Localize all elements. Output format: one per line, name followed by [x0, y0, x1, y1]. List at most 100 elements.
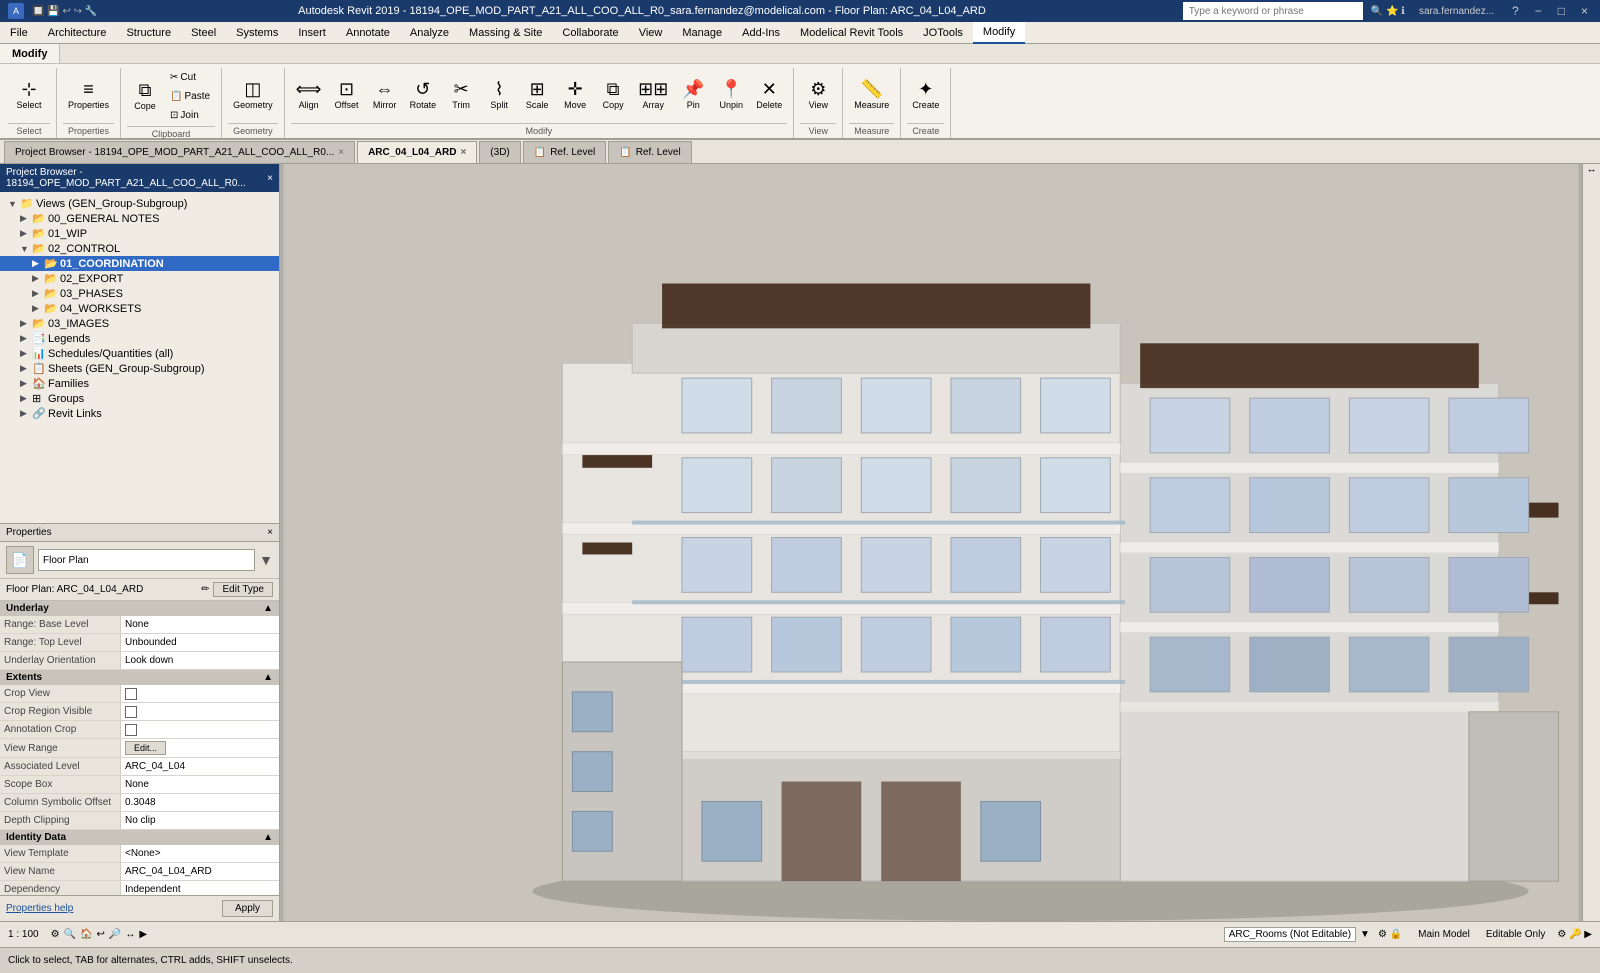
prop-value-view-name[interactable]: ARC_04_L04_ARD	[120, 863, 279, 880]
nav-icon-5[interactable]: 🔎	[109, 929, 121, 940]
menu-modelical[interactable]: Modelical Revit Tools	[790, 22, 913, 44]
tree-item-revit-links[interactable]: ▶ 🔗 Revit Links	[0, 406, 279, 421]
tree-item-general-notes[interactable]: ▶ 📂 00_GENERAL NOTES	[0, 211, 279, 226]
tree-item-images[interactable]: ▶ 📂 03_IMAGES	[0, 316, 279, 331]
tree-item-families[interactable]: ▶ 🏠 Families	[0, 376, 279, 391]
minimize-btn[interactable]: −	[1531, 4, 1546, 18]
workset-dropdown[interactable]: ▼	[1360, 929, 1370, 940]
prop-type-dropdown[interactable]: ▼	[259, 552, 273, 568]
crop-view-checkbox[interactable]	[125, 688, 137, 700]
underlay-collapse[interactable]: ▲	[263, 603, 273, 614]
tree-item-schedules[interactable]: ▶ 📊 Schedules/Quantities (all)	[0, 346, 279, 361]
tree-item-phases[interactable]: ▶ 📂 03_PHASES	[0, 286, 279, 301]
measure-btn[interactable]: 📏 Measure	[849, 69, 894, 121]
right-panel-icon-1[interactable]: ↕	[1586, 168, 1597, 173]
nav-icon-3[interactable]: 🏠	[80, 929, 92, 940]
nav-icon-2[interactable]: 🔍	[64, 929, 76, 940]
trim-btn[interactable]: ✂ Trim	[443, 69, 479, 121]
prop-value-depth-clipping[interactable]: No clip	[120, 812, 279, 829]
prop-value-scope-box[interactable]: None	[120, 776, 279, 793]
prop-value-view-template[interactable]: <None>	[120, 845, 279, 862]
nav-icon-7[interactable]: ▶	[139, 929, 147, 940]
properties-close-btn[interactable]: ×	[267, 527, 273, 538]
geometry-btn[interactable]: ◫ Geometry	[228, 69, 278, 121]
menu-annotate[interactable]: Annotate	[336, 22, 400, 44]
tree-item-coordination[interactable]: ▶ 📂 01_COORDINATION	[0, 256, 279, 271]
workset-selector[interactable]: ARC_Rooms (Not Editable)	[1224, 927, 1356, 942]
menu-view[interactable]: View	[629, 22, 673, 44]
nav-icon-1[interactable]: ⚙	[51, 929, 60, 940]
properties-btn[interactable]: ≡ Properties	[63, 69, 114, 121]
unpin-btn[interactable]: 📍 Unpin	[713, 69, 749, 121]
prop-value-view-range[interactable]: Edit...	[120, 739, 279, 757]
menu-analyze[interactable]: Analyze	[400, 22, 459, 44]
tree-item-control[interactable]: ▼ 📂 02_CONTROL	[0, 241, 279, 256]
cope-btn[interactable]: ⧉ Cope	[127, 70, 163, 122]
prop-value-crop-view[interactable]	[120, 685, 279, 702]
rotate-btn[interactable]: ↺ Rotate	[405, 69, 442, 121]
close-btn[interactable]: ×	[1577, 4, 1592, 18]
menu-massing[interactable]: Massing & Site	[459, 22, 552, 44]
tree-item-groups[interactable]: ▶ ⊞ Groups	[0, 391, 279, 406]
help-btn[interactable]: ?	[1508, 4, 1523, 18]
join-btn[interactable]: ⊡ Join	[165, 106, 215, 124]
menu-jotools[interactable]: JOTools	[913, 22, 973, 44]
tree-item-export[interactable]: ▶ 📂 02_EXPORT	[0, 271, 279, 286]
prop-value-crop-region-visible[interactable]	[120, 703, 279, 720]
tree-item-legends[interactable]: ▶ 📑 Legends	[0, 331, 279, 346]
create-btn[interactable]: ✦ Create	[907, 69, 944, 121]
tree-item-worksets[interactable]: ▶ 📂 04_WORKSETS	[0, 301, 279, 316]
crop-region-visible-checkbox[interactable]	[125, 706, 137, 718]
menu-systems[interactable]: Systems	[226, 22, 288, 44]
select-btn[interactable]: ⊹ Select	[8, 69, 50, 121]
keyword-search[interactable]	[1183, 2, 1363, 20]
menu-structure[interactable]: Structure	[116, 22, 181, 44]
menu-file[interactable]: File	[0, 22, 38, 44]
tab-project-browser[interactable]: Project Browser - 18194_OPE_MOD_PART_A21…	[4, 141, 355, 163]
ribbon-tab-modify[interactable]: Modify	[0, 44, 60, 63]
prop-value-underlay-orientation[interactable]: Look down	[120, 652, 279, 669]
tree-item-sheets[interactable]: ▶ 📋 Sheets (GEN_Group-Subgroup)	[0, 361, 279, 376]
nav-icon-4[interactable]: ↩	[96, 929, 104, 940]
identity-collapse[interactable]: ▲	[263, 832, 273, 843]
scale-btn[interactable]: ⊞ Scale	[519, 69, 555, 121]
nav-icon-6[interactable]: ↔	[125, 929, 135, 940]
tab-arc04-close[interactable]: ×	[460, 147, 466, 158]
menu-architecture[interactable]: Architecture	[38, 22, 117, 44]
prop-value-annotation-crop[interactable]	[120, 721, 279, 738]
view-btn[interactable]: ⚙ View	[800, 69, 836, 121]
edit-view-range-btn[interactable]: Edit...	[125, 741, 166, 755]
menu-collaborate[interactable]: Collaborate	[552, 22, 628, 44]
prop-value-column-symbolic[interactable]: 0.3048	[120, 794, 279, 811]
tab-project-browser-close[interactable]: ×	[338, 147, 344, 158]
apply-btn[interactable]: Apply	[222, 900, 273, 917]
array-btn[interactable]: ⊞⊞ Array	[633, 69, 673, 121]
split-btn[interactable]: ⌇ Split	[481, 69, 517, 121]
delete-btn[interactable]: ✕ Delete	[751, 69, 787, 121]
edit-type-button[interactable]: Edit Type	[213, 582, 273, 597]
prop-value-base-level[interactable]: None	[120, 616, 279, 633]
move-btn[interactable]: ✛ Move	[557, 69, 593, 121]
maximize-btn[interactable]: □	[1554, 4, 1569, 18]
extents-collapse[interactable]: ▲	[263, 672, 273, 683]
pin-btn[interactable]: 📌 Pin	[675, 69, 711, 121]
offset-btn[interactable]: ⊡ Offset	[329, 69, 365, 121]
menu-steel[interactable]: Steel	[181, 22, 226, 44]
tab-ref-level-2[interactable]: 📋 Ref. Level	[608, 141, 691, 163]
copy-btn[interactable]: ⧉ Copy	[595, 69, 631, 121]
cut-btn[interactable]: ✂ Cut	[165, 68, 215, 86]
project-browser-close[interactable]: ×	[267, 173, 273, 184]
tab-arc04[interactable]: ARC_04_L04_ARD ×	[357, 141, 477, 163]
view-area[interactable]	[280, 164, 1582, 921]
properties-help-link[interactable]: Properties help	[6, 903, 73, 914]
mirror-btn[interactable]: ⇔ Mirror	[367, 69, 403, 121]
prop-value-top-level[interactable]: Unbounded	[120, 634, 279, 651]
menu-insert[interactable]: Insert	[288, 22, 336, 44]
align-btn[interactable]: ⟺ Align	[291, 69, 327, 121]
tab-ref-level-1[interactable]: 📋 Ref. Level	[523, 141, 606, 163]
menu-addins[interactable]: Add-Ins	[732, 22, 790, 44]
menu-manage[interactable]: Manage	[672, 22, 732, 44]
tree-item-views[interactable]: ▼ 📁 Views (GEN_Group-Subgroup)	[0, 196, 279, 211]
annotation-crop-checkbox[interactable]	[125, 724, 137, 736]
paste-btn[interactable]: 📋 Paste	[165, 87, 215, 105]
